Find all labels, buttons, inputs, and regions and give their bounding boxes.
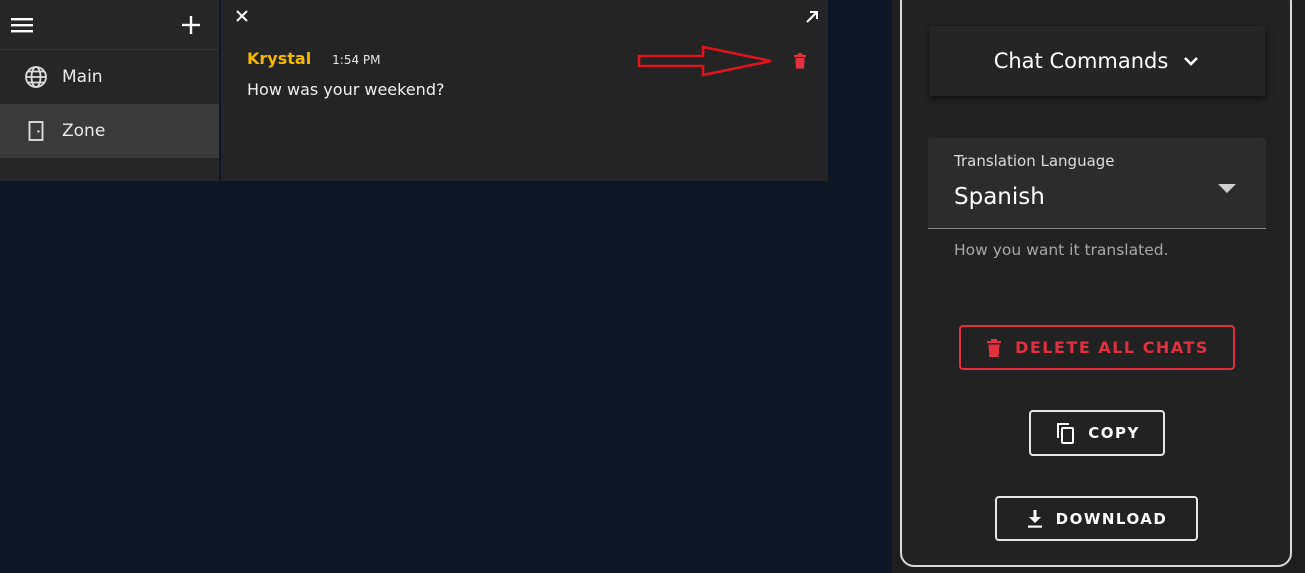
copy-button[interactable]: COPY bbox=[1029, 410, 1165, 456]
translation-helper-text: How you want it translated. bbox=[954, 241, 1169, 259]
chat-panel: Krystal 1:54 PM How was your weekend? bbox=[221, 0, 828, 181]
translation-language-value: Spanish bbox=[954, 184, 1045, 210]
sidebar-item-zone[interactable]: Zone bbox=[0, 104, 219, 158]
sidebar-item-main[interactable]: Main bbox=[0, 50, 219, 104]
chevron-down-icon bbox=[1182, 52, 1200, 70]
sidebar-header bbox=[0, 0, 219, 50]
chat-commands-title: Chat Commands bbox=[993, 49, 1169, 73]
door-icon bbox=[24, 119, 48, 143]
copy-icon bbox=[1054, 421, 1076, 445]
download-icon bbox=[1026, 509, 1044, 529]
trash-icon bbox=[985, 338, 1003, 358]
sidebar-item-label: Main bbox=[62, 67, 103, 87]
plus-icon[interactable] bbox=[181, 15, 201, 35]
delete-all-chats-button[interactable]: DELETE ALL CHATS bbox=[959, 325, 1235, 370]
message-text: How was your weekend? bbox=[247, 80, 445, 99]
message-author[interactable]: Krystal bbox=[247, 49, 311, 68]
expand-arrow-icon[interactable] bbox=[804, 9, 820, 25]
download-button[interactable]: DOWNLOAD bbox=[995, 496, 1198, 541]
close-icon[interactable] bbox=[234, 8, 250, 24]
message-timestamp: 1:54 PM bbox=[332, 53, 381, 67]
caret-down-icon bbox=[1218, 179, 1236, 198]
trash-icon[interactable] bbox=[791, 52, 809, 70]
sidebar-item-label: Zone bbox=[62, 121, 106, 141]
menu-icon[interactable] bbox=[10, 15, 34, 35]
annotation-arrow-icon bbox=[637, 43, 775, 83]
copy-label: COPY bbox=[1088, 424, 1140, 442]
globe-icon bbox=[24, 65, 48, 89]
translation-language-label: Translation Language bbox=[954, 152, 1115, 170]
message-header: Krystal 1:54 PM bbox=[247, 49, 381, 68]
delete-all-chats-label: DELETE ALL CHATS bbox=[1015, 338, 1209, 357]
download-label: DOWNLOAD bbox=[1055, 509, 1168, 528]
translation-language-select[interactable]: Translation Language Spanish bbox=[928, 138, 1266, 229]
sidebar: Main Zone bbox=[0, 0, 219, 181]
chat-commands-panel: Chat Commands Translation Language Spani… bbox=[900, 0, 1292, 567]
chat-commands-toggle[interactable]: Chat Commands bbox=[929, 26, 1265, 96]
